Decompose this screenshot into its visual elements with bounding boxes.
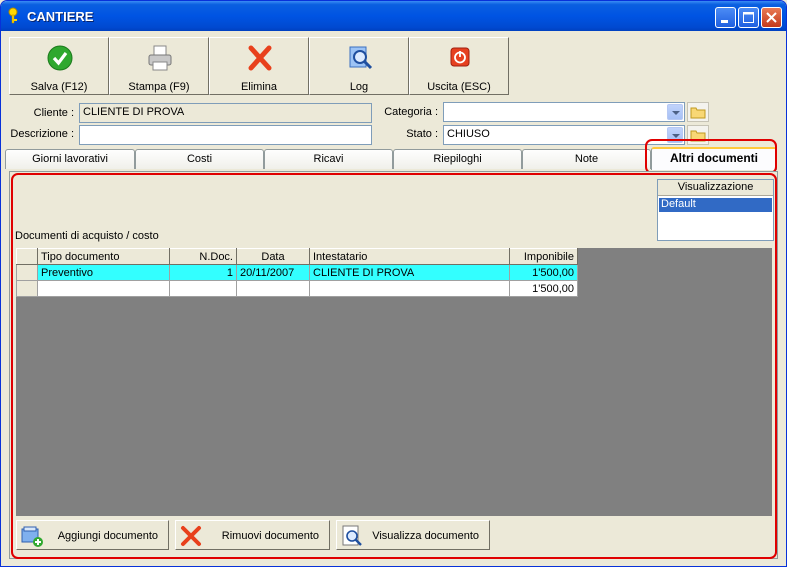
chevron-down-icon[interactable] (667, 104, 683, 120)
exit-label: Uscita (ESC) (427, 81, 491, 93)
maximize-icon (743, 12, 754, 23)
log-label: Log (349, 81, 369, 93)
delete-x-icon (248, 45, 272, 71)
minimize-icon (721, 20, 728, 23)
add-document-icon (21, 526, 43, 547)
maximize-button[interactable] (738, 7, 759, 28)
cell-empty (309, 280, 510, 297)
close-button[interactable] (761, 7, 782, 28)
table-total-row: 1'500,00 (16, 280, 578, 297)
visualizzazione-header: Visualizzazione (658, 180, 773, 196)
table-header-row: Tipo documento N.Doc. Data Intestatario … (16, 248, 578, 265)
stato-label: Stato : (406, 128, 438, 140)
close-icon (766, 12, 777, 23)
window: CANTIERE Salva (F12) Stampa (F9) Elimina… (0, 0, 787, 567)
save-label: Salva (F12) (30, 81, 88, 93)
cell-empty (236, 280, 310, 297)
app-icon (8, 7, 18, 24)
tab-note[interactable]: Note (522, 149, 651, 169)
cell-tipo[interactable]: Preventivo (37, 264, 170, 281)
toolbar: Salva (F12) Stampa (F9) Elimina Log Usci… (9, 37, 509, 95)
exit-button[interactable]: Uscita (ESC) (409, 37, 509, 95)
descrizione-label: Descrizione : (10, 128, 74, 140)
col-imponibile[interactable]: Imponibile (509, 248, 578, 265)
delete-label: Elimina (240, 81, 278, 93)
document-actions: Aggiungi documento Rimuovi documento Vis… (16, 520, 516, 550)
minimize-button[interactable] (715, 7, 736, 28)
row-header[interactable] (16, 264, 38, 281)
printer-icon (148, 45, 172, 71)
print-button[interactable]: Stampa (F9) (109, 37, 209, 95)
row-header (16, 280, 38, 297)
col-ndoc[interactable]: N.Doc. (169, 248, 237, 265)
folder-icon (690, 107, 706, 119)
section-label: Documenti di acquisto / costo (15, 230, 159, 242)
documents-table: Tipo documento N.Doc. Data Intestatario … (16, 248, 578, 297)
tab-highlight-annotation (645, 139, 777, 174)
visualizzazione-item-default[interactable]: Default (659, 198, 772, 212)
cliente-label: Cliente : (33, 107, 74, 119)
tab-riepiloghi[interactable]: Riepiloghi (393, 149, 522, 169)
categoria-folder-button[interactable] (687, 102, 709, 122)
add-document-label: Aggiungi documento (57, 530, 158, 542)
save-button[interactable]: Salva (F12) (9, 37, 109, 95)
remove-document-label: Rimuovi documento (221, 530, 319, 542)
print-label: Stampa (F9) (128, 81, 190, 93)
tab-giorni-lavorativi[interactable]: Giorni lavorativi (5, 149, 135, 169)
cell-imponibile[interactable]: 1'500,00 (509, 264, 578, 281)
log-button[interactable]: Log (309, 37, 409, 95)
col-tipo-documento[interactable]: Tipo documento (37, 248, 170, 265)
remove-document-button[interactable]: Rimuovi documento (175, 520, 330, 550)
cell-empty (37, 280, 170, 297)
delete-button[interactable]: Elimina (209, 37, 309, 95)
col-intestatario[interactable]: Intestatario (309, 248, 510, 265)
col-data[interactable]: Data (236, 248, 310, 265)
cell-total: 1'500,00 (509, 280, 578, 297)
remove-x-icon (181, 526, 201, 546)
table-row[interactable]: Preventivo 1 20/11/2007 CLIENTE DI PROVA… (16, 264, 578, 281)
categoria-label: Categoria : (384, 106, 438, 118)
cell-data[interactable]: 20/11/2007 (236, 264, 310, 281)
documents-grid[interactable]: Tipo documento N.Doc. Data Intestatario … (16, 248, 772, 516)
power-icon (450, 47, 470, 67)
cell-intestatario[interactable]: CLIENTE DI PROVA (309, 264, 510, 281)
stato-value: CHIUSO (447, 128, 490, 140)
cell-empty (169, 280, 237, 297)
cell-ndoc[interactable]: 1 (169, 264, 237, 281)
cliente-field[interactable]: CLIENTE DI PROVA (79, 103, 372, 123)
tab-ricavi[interactable]: Ricavi (264, 149, 393, 169)
add-document-button[interactable]: Aggiungi documento (16, 520, 169, 550)
visualizzazione-list[interactable]: Visualizzazione Default (657, 179, 774, 241)
descrizione-field[interactable] (79, 125, 372, 145)
view-document-label: Visualizza documento (372, 530, 479, 542)
checkmark-icon (47, 45, 73, 71)
window-title: CANTIERE (27, 9, 94, 24)
tab-costi[interactable]: Costi (135, 149, 264, 169)
magnifier-log-icon (349, 46, 373, 70)
title-bar[interactable]: CANTIERE (1, 1, 786, 31)
view-document-button[interactable]: Visualizza documento (336, 520, 490, 550)
row-header-corner (16, 248, 38, 265)
categoria-combo[interactable] (443, 102, 685, 122)
view-document-icon (342, 525, 362, 546)
